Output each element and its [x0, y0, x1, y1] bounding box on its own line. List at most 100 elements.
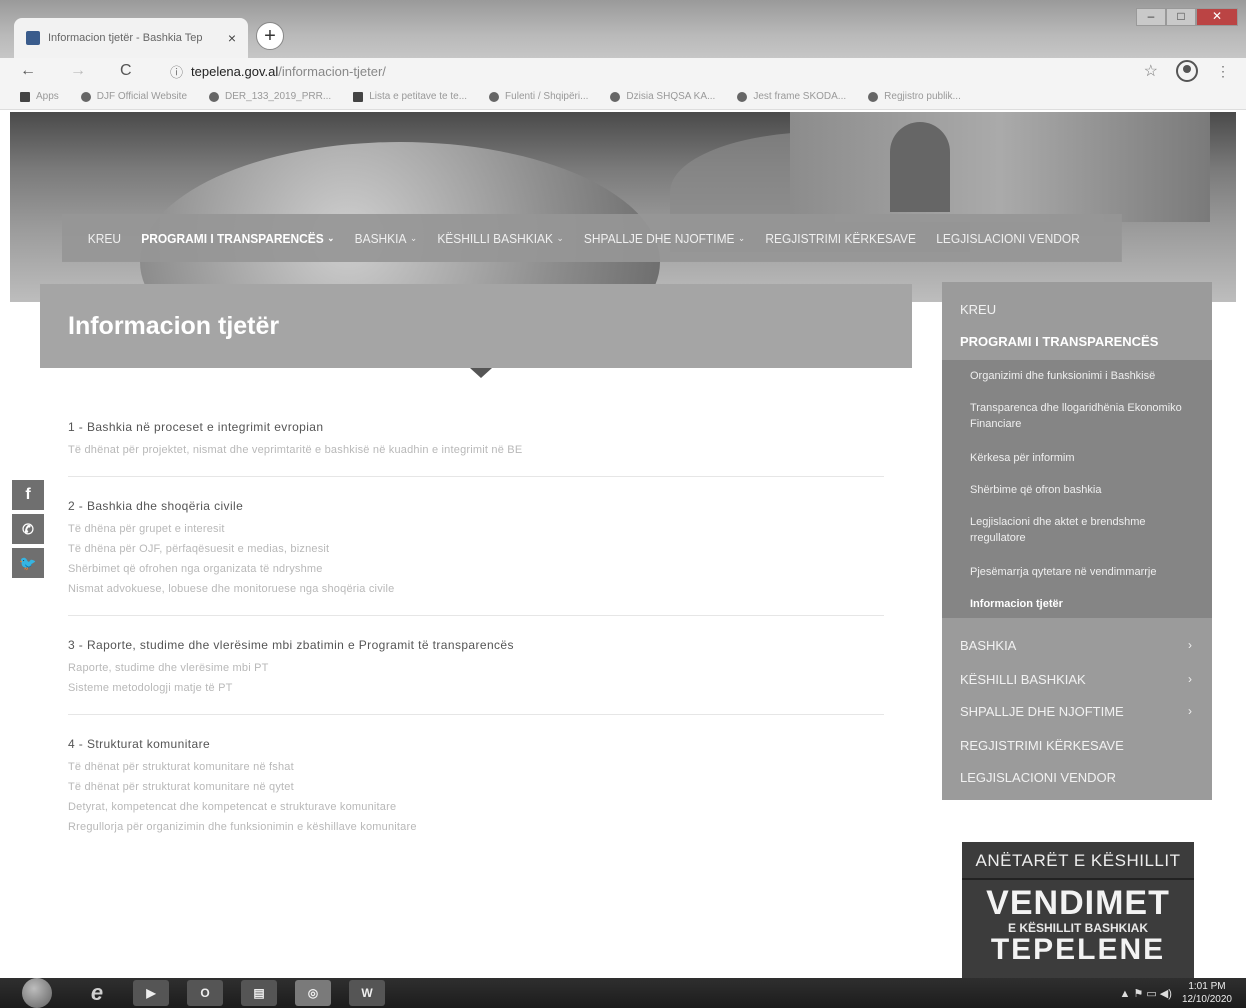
clock[interactable]: 1:01 PM 12/10/2020: [1182, 980, 1232, 1006]
media-player-icon[interactable]: ▶: [133, 980, 169, 1006]
content-area: 1 - Bashkia në proceset e integrimit evr…: [68, 420, 884, 875]
chevron-down-icon: ⌄: [327, 232, 335, 243]
sidebar-item-regjistrimi-kerkesave[interactable]: REGJISTRIMI KËRKESAVE: [960, 738, 1124, 753]
chevron-right-icon: ›: [1188, 704, 1192, 718]
internet-explorer-icon[interactable]: e: [79, 980, 115, 1006]
sidebar-item-bashkia[interactable]: BASHKIA: [960, 638, 1016, 653]
main-navigation: KREU PROGRAMI I TRANSPARENCËS ⌄ BASHKIA ⌄ …: [62, 214, 1122, 262]
browser-tab-strip: Informacion tjetër - Bashkia Tep × + – □…: [0, 0, 1246, 58]
nav-item-kreu[interactable]: KREU: [88, 231, 121, 246]
section-link[interactable]: Të dhëna për OJF, përfaqësuesit e medias…: [68, 543, 884, 555]
new-tab-button[interactable]: +: [256, 22, 284, 50]
facebook-icon[interactable]: f: [12, 480, 44, 510]
bookmark-item[interactable]: DER_133_2019_PRR...: [209, 91, 331, 102]
address-bar[interactable]: tepelena.gov.al/informacion-tjeter/: [191, 64, 386, 79]
nav-item-programi-i-transparences[interactable]: PROGRAMI I TRANSPARENCËS ⌄: [141, 231, 334, 246]
sidebar-item-kreu[interactable]: KREU: [960, 302, 996, 317]
bookmark-item[interactable]: Fulenti / Shqipëri...: [489, 91, 588, 102]
forward-icon[interactable]: →: [70, 62, 94, 80]
section-link[interactable]: Të dhënat për strukturat komunitare në f…: [68, 761, 884, 773]
url-path: /informacion-tjeter/: [278, 63, 386, 79]
site-info-icon[interactable]: ⓘ: [170, 62, 183, 81]
section-link[interactable]: Shërbimet që ofrohen nga organizata të n…: [68, 563, 884, 575]
section-link[interactable]: Nismat advokuese, lobuese dhe monitorues…: [68, 583, 884, 595]
section-link[interactable]: Raporte, studime dhe vlerësime mbi PT: [68, 662, 884, 674]
tab-title: Informacion tjetër - Bashkia Tep: [48, 32, 203, 44]
window-controls: – □ ✕: [1136, 8, 1238, 26]
bookmark-apps[interactable]: Apps: [20, 91, 59, 102]
sidebar-subitem[interactable]: Shërbime që ofron bashkia: [970, 482, 1200, 498]
council-decisions-banner[interactable]: ANËTARËT E KËSHILLIT VENDIMET E KËSHILLI…: [962, 842, 1194, 978]
sidebar-subitem[interactable]: Kërkesa për informim: [970, 450, 1200, 466]
banner-heading: ANËTARËT E KËSHILLIT: [962, 842, 1194, 880]
clock-date: 12/10/2020: [1181, 994, 1232, 1005]
nav-item-keshilli-bashkiak[interactable]: KËSHILLI BASHKIAK ⌄: [437, 231, 563, 246]
bookmark-item[interactable]: Jest frame SKODA...: [737, 91, 846, 102]
banner-title: VENDIMET: [986, 884, 1170, 922]
sidebar-item-legjislacioni-vendor[interactable]: LEGJISLACIONI VENDOR: [960, 770, 1116, 785]
close-tab-icon[interactable]: ×: [228, 30, 236, 46]
sidebar-item-programi-i-transparences[interactable]: PROGRAMI I TRANSPARENCËS: [960, 334, 1158, 349]
bookmark-item[interactable]: Regjistro publik...: [868, 91, 961, 102]
start-button[interactable]: [22, 978, 52, 1008]
maximize-button[interactable]: □: [1166, 8, 1196, 26]
globe-icon: [868, 91, 879, 102]
globe-icon: [80, 91, 91, 102]
nav-item-regjistrimi-kerkesave[interactable]: REGJISTRIMI KËRKESAVE: [765, 231, 916, 246]
sidebar-subitem[interactable]: Organizimi dhe funksionimi i Bashkisë: [970, 368, 1200, 384]
sidebar-subitem[interactable]: Pjesëmarrja qytetare në vendimmarrje: [970, 564, 1200, 580]
banner-city: TEPELENE: [990, 933, 1166, 966]
sidebar-item-keshilli-bashkiak[interactable]: KËSHILLI BASHKIAK: [960, 672, 1086, 687]
section-link[interactable]: Të dhënat për strukturat komunitare në q…: [68, 781, 884, 793]
title-pointer: [470, 368, 492, 378]
bookmarks-bar: Apps DJF Official Website DER_133_2019_P…: [0, 84, 1246, 110]
nav-item-legjislacioni-vendor[interactable]: LEGJISLACIONI VENDOR: [936, 231, 1080, 246]
sidebar-subitem[interactable]: Legjislacioni dhe aktet e brendshme rreg…: [970, 514, 1200, 546]
section-strukturat-komunitare: 4 - Strukturat komunitare Të dhënat për …: [68, 737, 884, 853]
bookmark-star-icon[interactable]: ☆: [1144, 61, 1158, 81]
section-link[interactable]: Të dhënat për projektet, nismat dhe vepr…: [68, 444, 884, 456]
url-host: tepelena.gov.al: [191, 63, 279, 79]
browser-tab[interactable]: Informacion tjetër - Bashkia Tep ×: [14, 18, 248, 58]
globe-icon: [489, 91, 500, 102]
back-icon[interactable]: ←: [20, 62, 44, 80]
twitter-icon[interactable]: 🐦: [12, 548, 44, 578]
document-icon: [353, 91, 364, 102]
tray-icons[interactable]: ▲ ⚑ ▭ ◀): [1120, 987, 1172, 1000]
nav-item-shpallje-dhe-njoftime[interactable]: SHPALLJE DHE NJOFTIME ⌄: [584, 231, 745, 246]
word-icon[interactable]: W: [349, 980, 385, 1006]
sidebar-item-shpallje-dhe-njoftime[interactable]: SHPALLJE DHE NJOFTIME: [960, 704, 1124, 719]
apps-grid-icon: [20, 91, 30, 102]
section-shoqeria-civile: 2 - Bashkia dhe shoqëria civile Të dhëna…: [68, 499, 884, 616]
page-title-box: Informacion tjetër: [40, 284, 912, 368]
file-icon: [209, 91, 220, 102]
site-favicon-icon: [26, 31, 40, 45]
chrome-icon[interactable]: ◎: [295, 980, 331, 1006]
windows-taskbar: e ▶ O ▤ ◎ W ▲ ⚑ ▭ ◀) 1:01 PM 12/10/2020: [0, 978, 1246, 1008]
whatsapp-icon[interactable]: ✆: [12, 514, 44, 544]
bookmark-item[interactable]: Lista e petitave te te...: [353, 91, 467, 102]
sidebar-subitem[interactable]: Transparenca dhe llogaridhënia Ekonomiko…: [970, 400, 1200, 432]
section-title: 3 - Raporte, studime dhe vlerësime mbi z…: [68, 638, 514, 652]
sidebar-subitem-current[interactable]: Informacion tjetër: [970, 596, 1200, 612]
bookmark-item[interactable]: DJF Official Website: [80, 91, 187, 102]
clock-time: 1:01 PM: [1188, 981, 1226, 992]
browser-toolbar: ← → C ⓘ tepelena.gov.al/informacion-tjet…: [0, 58, 1246, 84]
close-window-button[interactable]: ✕: [1196, 8, 1238, 26]
profile-icon[interactable]: [1176, 60, 1198, 82]
section-link[interactable]: Të dhëna për grupet e interesit: [68, 523, 884, 535]
menu-icon[interactable]: ⋮: [1216, 63, 1230, 80]
section-link[interactable]: Sisteme metodologji matje të PT: [68, 682, 884, 694]
section-link[interactable]: Rregullorja për organizimin dhe funksion…: [68, 821, 884, 833]
file-explorer-icon[interactable]: ▤: [241, 980, 277, 1006]
bookmark-item[interactable]: Dzisia SHQSA KA...: [610, 91, 715, 102]
section-title: 4 - Strukturat komunitare: [68, 737, 211, 751]
nav-item-bashkia[interactable]: BASHKIA ⌄: [355, 231, 417, 246]
globe-icon: [610, 91, 621, 102]
chevron-down-icon: ⌄: [410, 232, 418, 243]
section-integrimi-evropian: 1 - Bashkia në proceset e integrimit evr…: [68, 420, 884, 477]
section-link[interactable]: Detyrat, kompetencat dhe kompetencat e s…: [68, 801, 884, 813]
reload-icon[interactable]: C: [120, 62, 144, 80]
outlook-icon[interactable]: O: [187, 980, 223, 1006]
minimize-button[interactable]: –: [1136, 8, 1166, 26]
